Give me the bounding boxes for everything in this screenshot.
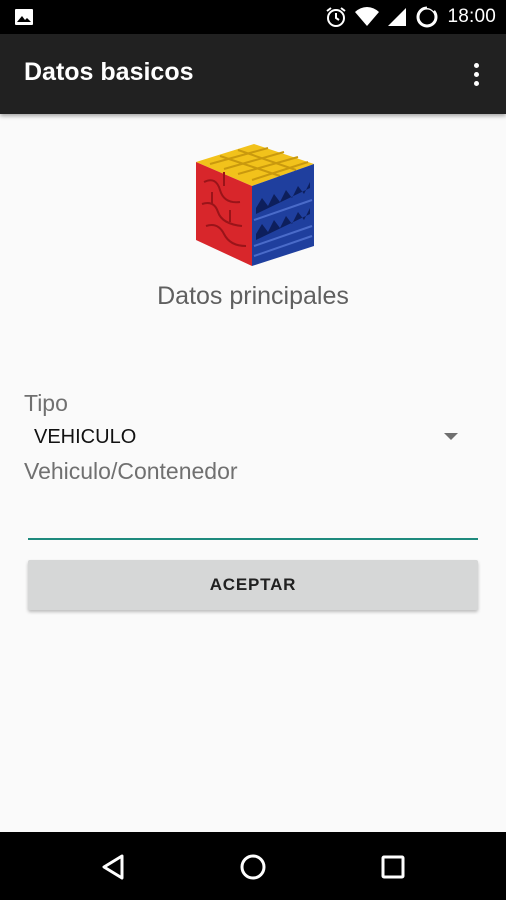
wifi-icon xyxy=(355,7,380,27)
tipo-selected-value: VEHICULO xyxy=(34,426,137,448)
tipo-label: Tipo xyxy=(24,390,68,416)
dropdown-arrow-icon xyxy=(444,433,458,440)
vehiculo-label: Vehiculo/Contenedor xyxy=(24,458,238,484)
status-time: 18:00 xyxy=(447,6,496,27)
app-bar-title: Datos basicos xyxy=(24,58,194,86)
section-subtitle: Datos principales xyxy=(157,282,349,310)
alarm-icon xyxy=(326,7,347,27)
cube-logo xyxy=(196,144,314,266)
signal-icon xyxy=(388,8,407,26)
nav-bar xyxy=(0,832,506,900)
recents-icon[interactable] xyxy=(376,850,410,884)
back-icon[interactable] xyxy=(96,850,130,884)
home-icon[interactable] xyxy=(236,850,270,884)
more-vert-icon[interactable] xyxy=(464,58,488,90)
tipo-dropdown[interactable]: VEHICULO xyxy=(24,418,472,456)
status-bar: 18:00 xyxy=(0,0,506,34)
battery-icon xyxy=(416,5,438,28)
vehiculo-input[interactable] xyxy=(28,500,478,540)
app-bar: Datos basicos xyxy=(0,34,506,114)
accept-button[interactable]: ACEPTAR xyxy=(28,560,478,610)
image-icon xyxy=(15,9,33,25)
